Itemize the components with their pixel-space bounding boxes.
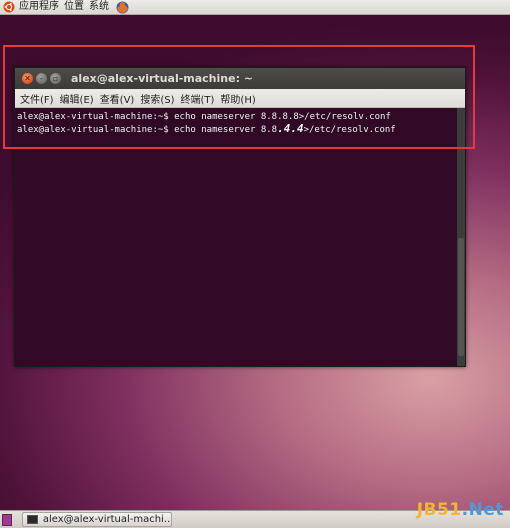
taskbar-window-button[interactable]: alex@alex-virtual-machi... (22, 512, 172, 527)
site-watermark: JB51.Net (417, 500, 504, 520)
terminal-line-2: alex@alex-virtual-machine:~$ echo namese… (17, 123, 455, 136)
watermark-part-1: JB51 (416, 500, 462, 520)
menu-search[interactable]: 搜索(S) (140, 91, 174, 106)
menu-terminal[interactable]: 终端(T) (181, 91, 215, 106)
watermark-part-2: .Net (461, 500, 504, 520)
window-titlebar[interactable]: ✕ – ▫ alex@alex-virtual-machine: ~ (15, 68, 465, 89)
menu-applications[interactable]: 应用程序 (19, 0, 59, 14)
terminal-line-2-suffix: >/etc/resolv.conf (303, 125, 396, 135)
menu-system[interactable]: 系统 (89, 0, 109, 14)
minimize-button[interactable]: – (36, 73, 47, 84)
terminal-line-1: alex@alex-virtual-machine:~$ echo namese… (17, 112, 391, 122)
maximize-button[interactable]: ▫ (50, 73, 61, 84)
menu-view[interactable]: 查看(V) (100, 91, 135, 106)
terminal-line-2-prefix: alex@alex-virtual-machine:~$ echo namese… (17, 125, 278, 135)
menu-file[interactable]: 文件(F) (20, 91, 54, 106)
firefox-icon[interactable] (116, 1, 129, 14)
top-panel: 应用程序 位置 系统 (0, 0, 510, 15)
menu-edit[interactable]: 编辑(E) (60, 91, 94, 106)
window-menubar: 文件(F) 编辑(E) 查看(V) 搜索(S) 终端(T) 帮助(H) (15, 89, 465, 108)
menu-places[interactable]: 位置 (64, 0, 84, 14)
taskbar-window-label: alex@alex-virtual-machi... (42, 514, 171, 525)
terminal-icon (27, 515, 38, 524)
menu-help[interactable]: 帮助(H) (220, 91, 255, 106)
show-desktop-icon[interactable] (2, 513, 12, 526)
close-button[interactable]: ✕ (22, 73, 33, 84)
terminal-line-2-highlight: .4.4 (277, 122, 304, 135)
terminal-window[interactable]: ✕ – ▫ alex@alex-virtual-machine: ~ 文件(F)… (14, 67, 466, 367)
terminal-scrollbar[interactable] (457, 108, 465, 366)
window-title: alex@alex-virtual-machine: ~ (71, 72, 254, 85)
terminal-console[interactable]: alex@alex-virtual-machine:~$ echo namese… (15, 108, 457, 366)
scrollbar-thumb[interactable] (458, 238, 464, 356)
ubuntu-logo-icon[interactable] (3, 1, 15, 13)
